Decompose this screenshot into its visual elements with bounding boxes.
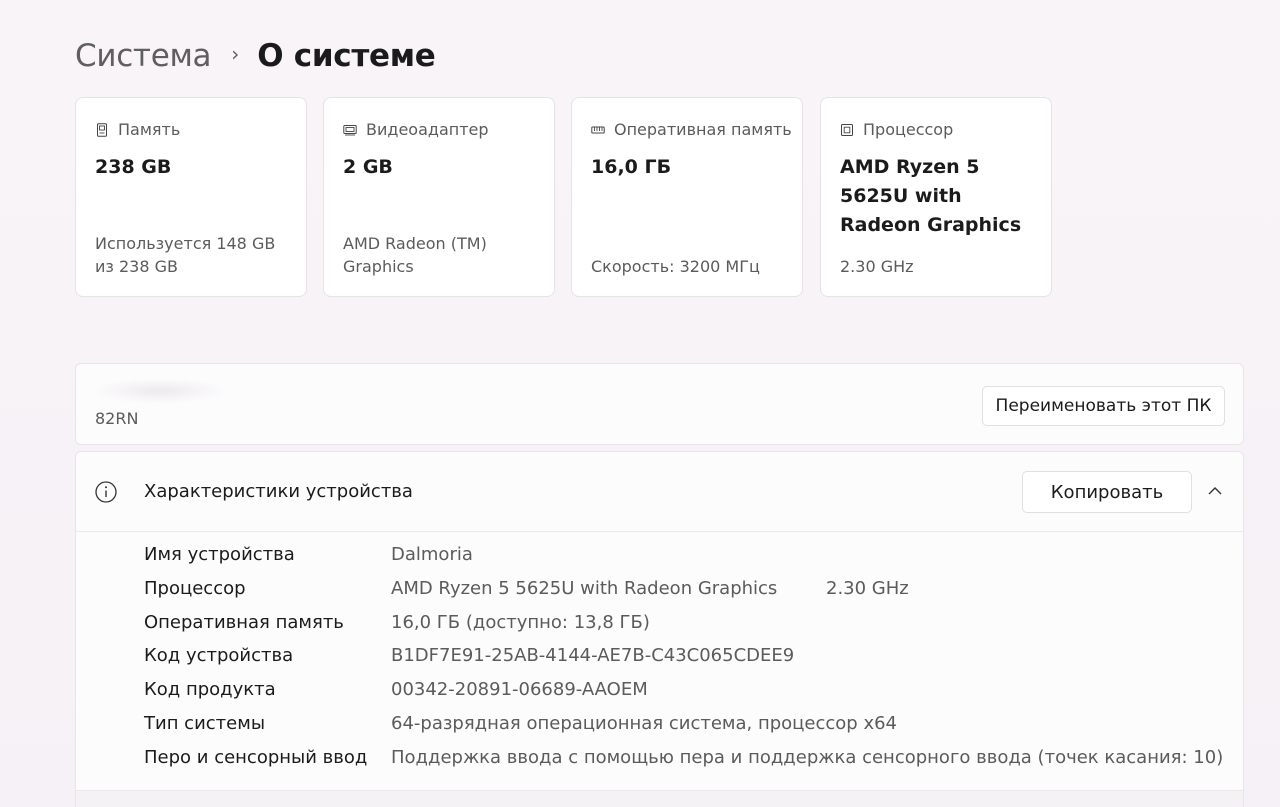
storage-card-value: 238 GB <box>95 156 172 178</box>
spec-value: 16,0 ГБ (доступно: 13,8 ГБ) <box>391 611 650 633</box>
ram-card-value: 16,0 ГБ <box>591 156 672 178</box>
device-specs-header[interactable]: Характеристики устройства Копировать <box>76 452 1243 532</box>
cpu-card-title: Процессор <box>863 120 954 139</box>
cpu-card-subtext: 2.30 GHz <box>840 257 914 276</box>
page-title: О системе <box>257 38 436 74</box>
gpu-card: Видеоадаптер 2 GB AMD Radeon (TM) Graphi… <box>323 97 555 297</box>
device-specs-panel: Характеристики устройства Копировать Имя… <box>75 451 1244 807</box>
spec-value: 00342-20891-06689-AAOEM <box>391 679 648 701</box>
breadcrumb: Система › О системе <box>75 34 436 78</box>
ram-card-title: Оперативная память <box>614 120 792 139</box>
device-specs-title: Характеристики устройства <box>144 481 413 502</box>
ram-icon <box>591 126 605 133</box>
pc-model: 82RN <box>95 409 139 428</box>
spec-value: AMD Ryzen 5 5625U with Radeon Graphics <box>391 577 778 599</box>
spec-value: Dalmoria <box>391 544 473 565</box>
spec-label: Код продукта <box>144 679 276 701</box>
breadcrumb-system-link[interactable]: Система <box>75 38 212 74</box>
storage-card-title: Память <box>118 120 181 139</box>
breadcrumb-chevron-icon: › <box>231 42 240 66</box>
gpu-card-subtext: AMD Radeon (TM) Graphics <box>343 234 487 276</box>
spec-value: 64-разрядная операционная система, проце… <box>391 712 898 734</box>
spec-label: Оперативная память <box>144 611 344 633</box>
gpu-icon <box>343 124 357 135</box>
copy-button[interactable]: Копировать <box>1022 471 1192 513</box>
rename-pc-button[interactable]: Переименовать этот ПК <box>982 386 1225 426</box>
cpu-card: Процессор AMD Ryzen 5 5625U with Radeon … <box>820 97 1052 297</box>
pc-name-panel: 82RN Переименовать этот ПК <box>75 363 1244 445</box>
storage-card: Память 238 GB Используется 148 GB из 238… <box>75 97 307 297</box>
spec-label: Перо и сенсорный ввод <box>144 746 368 768</box>
related-links-divider <box>76 790 1243 807</box>
ram-card: Оперативная память 16,0 ГБ Скорость: 320… <box>571 97 803 297</box>
gpu-card-value: 2 GB <box>343 156 393 178</box>
spec-label: Тип системы <box>144 712 266 734</box>
spec-value: B1DF7E91-25AB-4144-AE7B-C43C065CDEE9 <box>391 645 795 667</box>
spec-processor-speed: 2.30 GHz <box>826 577 909 599</box>
storage-card-subtext: Используется 148 GB из 238 GB <box>95 234 276 276</box>
spec-value: Поддержка ввода с помощью пера и поддерж… <box>391 746 1224 768</box>
ram-card-subtext: Скорость: 3200 МГц <box>591 257 760 276</box>
spec-label: Код устройства <box>144 645 294 667</box>
spec-label: Процессор <box>144 577 246 599</box>
pc-name-redacted <box>90 378 230 404</box>
info-icon <box>95 481 117 503</box>
cpu-card-value: AMD Ryzen 5 5625U with Radeon Graphics <box>840 156 1022 236</box>
gpu-card-title: Видеоадаптер <box>366 120 489 139</box>
storage-icon <box>97 122 107 137</box>
cpu-icon <box>841 123 853 136</box>
spec-label: Имя устройства <box>144 544 295 565</box>
chevron-up-icon[interactable] <box>1207 483 1223 499</box>
